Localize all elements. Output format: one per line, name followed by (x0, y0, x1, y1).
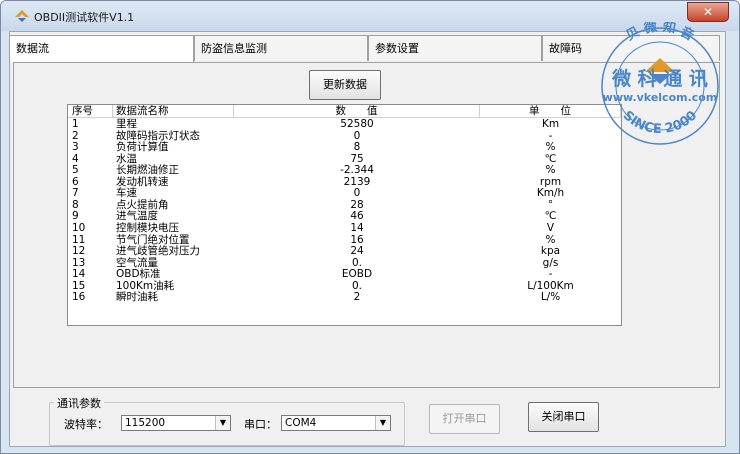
serial-port-select[interactable]: COM4 ▼ (281, 415, 391, 431)
row-value: 8 (353, 141, 361, 154)
data-stream-list[interactable]: 序号 数据流名称 数 值 单 位 1 里程 52580 Km 2 故障码指示灯状态 0-3 负… (67, 104, 622, 326)
open-port-button[interactable]: 打开串口 (429, 404, 500, 434)
app-logo-icon (15, 10, 29, 22)
row-index: 12 (72, 245, 86, 258)
row-name: 瞬时油耗 (116, 291, 158, 304)
row-value: 2 (353, 291, 361, 304)
row-index: 1 (72, 118, 79, 130)
baud-rate-select[interactable]: 115200 ▼ (121, 415, 231, 431)
tab-label: 故障码 (549, 42, 582, 55)
tab-anti-theft[interactable]: 防盗信息监测 (194, 35, 368, 61)
column-header-index[interactable]: 序号 (68, 105, 113, 118)
table-row[interactable]: 3 负荷计算值 8% (68, 142, 621, 154)
watermark-top-text: 贝 微 知 音 (624, 22, 697, 44)
row-index: 14 (72, 268, 86, 281)
tab-label: 数据流 (16, 42, 49, 55)
row-unit: % (545, 164, 556, 177)
row-index: 16 (72, 291, 86, 304)
row-unit: - (548, 268, 553, 281)
row-index: 5 (72, 164, 79, 177)
row-index: 10 (72, 221, 86, 234)
row-name: OBD标准 (116, 268, 161, 281)
svg-text:贝 微 知 音: 贝 微 知 音 (624, 22, 697, 44)
table-row[interactable]: 12 进气歧管绝对压力 24 kpa (68, 246, 621, 258)
tab-data-stream[interactable]: 数据流 (9, 35, 194, 63)
svg-text:SINCE 2000: SINCE 2000 (620, 108, 701, 137)
row-name: 长期燃油修正 (116, 164, 179, 177)
row-value: -2.344 (340, 164, 374, 177)
table-row[interactable]: 10 控制模块电压 14 V (68, 221, 621, 235)
close-port-button[interactable]: 关闭串口 (528, 402, 599, 432)
row-unit: L/% (540, 291, 561, 304)
chevron-down-icon[interactable]: ▼ (375, 416, 390, 430)
row-name: 控制模块电压 (116, 221, 179, 234)
watermark-main-text: 微 科 通 讯 (611, 67, 708, 90)
row-unit: V (546, 221, 555, 234)
serial-port-label: 串口： (244, 418, 277, 431)
serial-port-value: COM4 (285, 417, 317, 429)
tab-label: 防盗信息监测 (201, 42, 267, 55)
chevron-down-icon[interactable]: ▼ (215, 416, 230, 430)
window-title: OBDII测试软件V1.1 (34, 11, 135, 24)
comm-params-title: 通讯参数 (54, 395, 104, 411)
watermark-url: www.vkelcom.com (603, 91, 718, 104)
tab-parameters[interactable]: 参数设置 (368, 35, 542, 61)
table-row[interactable]: 16 瞬时油耗 2 L/% (68, 292, 621, 304)
row-unit: kpa (540, 245, 561, 258)
row-value: 14 (350, 221, 364, 234)
column-header-value[interactable]: 数 值 (234, 105, 480, 118)
row-name: 里程 (116, 118, 137, 130)
table-row[interactable]: 5 长期燃油修正 -2.344% (68, 165, 621, 177)
close-icon: ✕ (702, 5, 714, 19)
row-name: 进气歧管绝对压力 (116, 245, 200, 258)
tab-label: 参数设置 (375, 42, 419, 55)
row-name: 负荷计算值 (116, 141, 169, 154)
baud-rate-label: 波特率： (64, 418, 108, 431)
row-value: EOBD (341, 268, 373, 281)
row-index: 3 (72, 141, 79, 154)
baud-rate-value: 115200 (125, 417, 166, 429)
close-button[interactable]: ✕ (687, 2, 729, 22)
update-data-button[interactable]: 更新数据 (309, 70, 381, 100)
column-header-name[interactable]: 数据流名称 (113, 105, 234, 118)
watermark-bottom-text: SINCE 2000 (620, 108, 701, 137)
row-value: 52580 (340, 118, 374, 130)
vkelcom-watermark-logo: 贝 微 知 音 微 科 通 讯 www.vkelcom.com SINCE 20… (601, 22, 719, 145)
table-row[interactable]: 14 OBD标准 EOBD - (68, 269, 621, 281)
table-row[interactable]: 1 里程 52580 Km (68, 118, 621, 131)
row-value: 24 (350, 245, 364, 258)
